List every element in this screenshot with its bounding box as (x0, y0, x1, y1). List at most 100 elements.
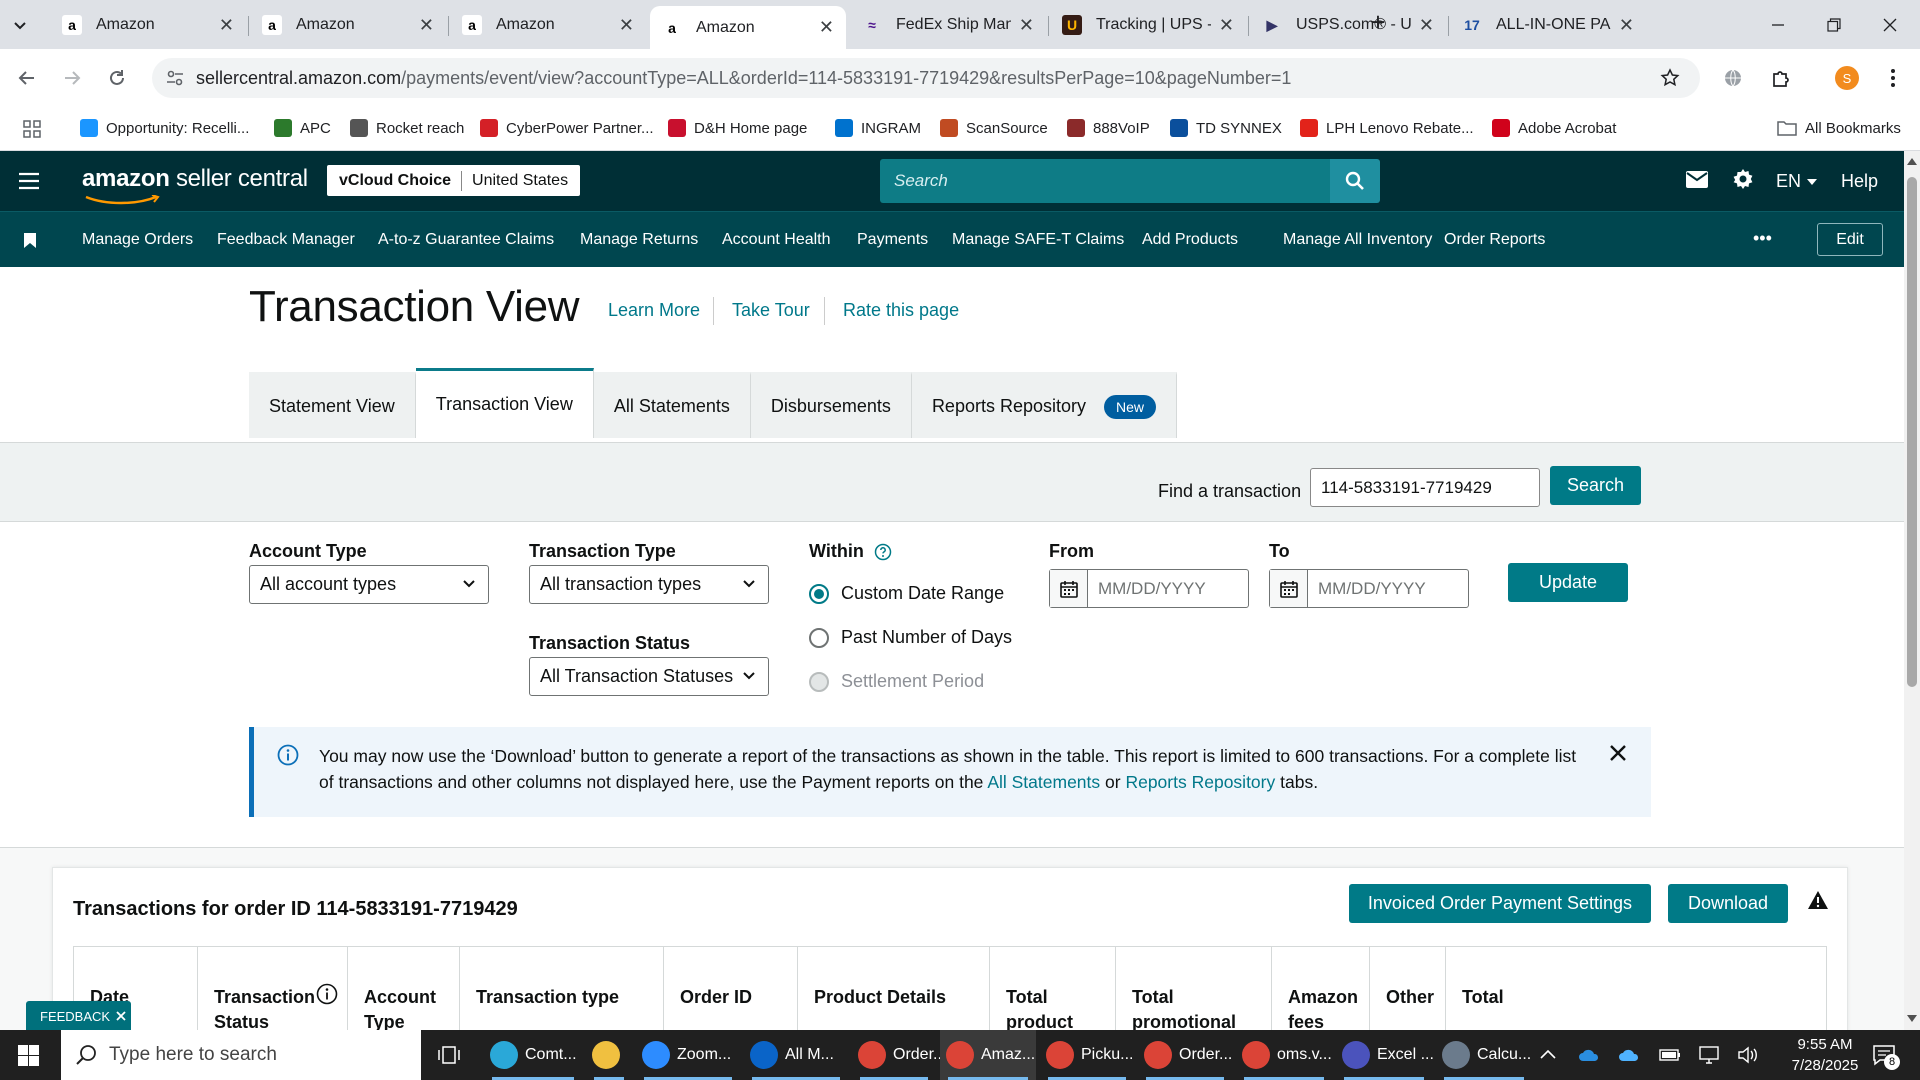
close-tab-icon[interactable]: ✕ (219, 15, 234, 36)
nav-item[interactable]: Manage Orders (82, 231, 193, 249)
apps-button[interactable] (22, 119, 42, 139)
back-button[interactable] (10, 61, 44, 95)
nav-item[interactable]: Account Health (722, 231, 831, 249)
bookmark-item[interactable]: Rocket reach (350, 119, 464, 137)
nav-item[interactable]: Feedback Manager (217, 231, 355, 249)
table-column-header[interactable]: Total (1446, 947, 1528, 1030)
browser-tab[interactable]: ≈ FedEx Ship Mana ✕ (850, 6, 1046, 44)
close-tab-icon[interactable]: ✕ (619, 15, 634, 36)
nav-edit-button[interactable]: Edit (1817, 223, 1883, 256)
within-custom-date-radio[interactable]: Custom Date Range (809, 583, 1004, 604)
settings-button[interactable] (1731, 168, 1755, 192)
bookmark-item[interactable]: INGRAM (835, 119, 921, 137)
payments-tab[interactable]: Disbursements (751, 372, 912, 438)
browser-tab[interactable]: a Amazon ✕ (250, 6, 446, 44)
bookmark-item[interactable]: D&H Home page (668, 119, 807, 137)
scrollbar-thumb[interactable] (1907, 177, 1917, 687)
calendar-icon[interactable] (1050, 570, 1088, 607)
rate-page-link[interactable]: Rate this page (843, 300, 959, 321)
account-type-select[interactable]: All account types (249, 565, 489, 604)
header-search-input[interactable]: Search (880, 159, 1330, 203)
taskbar-app[interactable]: Picku... (1040, 1030, 1134, 1080)
table-column-header[interactable]: Order ID (664, 947, 798, 1030)
nav-item[interactable]: Manage All Inventory (1283, 231, 1432, 249)
onedrive-icon[interactable] (1578, 1048, 1600, 1062)
profile-avatar[interactable]: S (1830, 61, 1864, 95)
nav-item[interactable]: Manage Returns (580, 231, 698, 249)
chevron-up-icon[interactable] (1540, 1049, 1556, 1059)
volume-icon[interactable] (1737, 1046, 1759, 1064)
browser-tab[interactable]: ▶ USPS.com® - US ✕ (1250, 6, 1446, 44)
nav-item[interactable]: Manage SAFE-T Claims (952, 231, 1124, 249)
task-view-button[interactable] (438, 1044, 460, 1066)
nav-item[interactable]: Payments (857, 231, 928, 249)
nav-item[interactable]: Add Products (1142, 231, 1238, 249)
take-tour-link[interactable]: Take Tour (732, 300, 810, 321)
bookmark-item[interactable]: Opportunity: Recelli... (80, 119, 249, 137)
calendar-icon[interactable] (1270, 570, 1308, 607)
close-tab-icon[interactable]: ✕ (1619, 15, 1634, 36)
forward-button[interactable] (55, 61, 89, 95)
info-icon[interactable] (316, 983, 338, 1005)
close-tab-icon[interactable]: ✕ (819, 17, 834, 38)
browser-tab[interactable]: a Amazon ✕ (50, 6, 246, 44)
minimize-button[interactable] (1758, 10, 1798, 40)
new-tab-button[interactable]: + (1358, 7, 1398, 37)
reload-button[interactable] (100, 61, 134, 95)
browser-tab[interactable]: a Amazon ✕ (450, 6, 646, 44)
bookmark-item[interactable]: APC (274, 119, 331, 137)
nav-item[interactable]: Order Reports (1444, 231, 1545, 249)
taskbar-app[interactable]: Comt... (484, 1030, 582, 1080)
browser-tab[interactable]: a Amazon ✕ (650, 6, 846, 49)
taskbar-app[interactable]: Excel ... (1336, 1030, 1434, 1080)
close-tab-icon[interactable]: ✕ (1019, 15, 1034, 36)
taskbar-app[interactable]: oms.v... (1236, 1030, 1332, 1080)
hamburger-menu-button[interactable] (18, 172, 40, 190)
table-column-header[interactable]: Total product charges (990, 947, 1116, 1030)
close-tab-icon[interactable]: ✕ (1419, 15, 1434, 36)
taskbar-app[interactable]: Calcu... (1436, 1030, 1532, 1080)
payments-tab[interactable]: Reports Repository New (912, 372, 1178, 438)
find-transaction-input[interactable]: 114-5833191-7719429 (1310, 468, 1540, 507)
nav-item[interactable]: A-to-z Guarantee Claims (378, 231, 554, 249)
table-column-header[interactable]: Other (1370, 947, 1446, 1030)
extensions-button[interactable] (1764, 61, 1798, 95)
feedback-button[interactable]: FEEDBACK (26, 1001, 131, 1031)
taskbar-app[interactable]: All M... (744, 1030, 848, 1080)
payments-tab[interactable]: Statement View (249, 372, 416, 438)
payments-tab[interactable]: All Statements (594, 372, 751, 438)
url-input[interactable]: sellercentral.amazon.com/payments/event/… (152, 58, 1700, 98)
page-scrollbar[interactable] (1904, 151, 1920, 1030)
bookmark-item[interactable]: LPH Lenovo Rebate... (1300, 119, 1474, 137)
close-icon[interactable] (116, 1011, 126, 1021)
star-icon[interactable] (1660, 68, 1680, 88)
language-selector[interactable]: EN (1776, 171, 1818, 192)
learn-more-link[interactable]: Learn More (608, 300, 700, 321)
header-search-button[interactable] (1330, 159, 1380, 203)
all-bookmarks-button[interactable]: All Bookmarks (1777, 119, 1901, 137)
help-circle-icon[interactable] (874, 543, 892, 561)
taskbar-search-input[interactable]: Type here to search (61, 1030, 421, 1080)
bookmark-nav-button[interactable] (24, 233, 36, 248)
start-button[interactable] (18, 1045, 39, 1066)
from-date-input[interactable]: MM/DD/YYYY (1049, 569, 1249, 608)
browser-tab[interactable]: 17 ALL-IN-ONE PAC ✕ (1450, 6, 1646, 44)
bookmark-item[interactable]: 888VoIP (1067, 119, 1150, 137)
update-button[interactable]: Update (1508, 563, 1628, 602)
scroll-up-icon[interactable] (1907, 157, 1917, 165)
close-tab-icon[interactable]: ✕ (1219, 15, 1234, 36)
table-column-header[interactable]: Amazon fees (1272, 947, 1370, 1030)
tab-search-button[interactable] (0, 6, 40, 44)
messages-button[interactable] (1686, 171, 1708, 188)
reports-repository-link[interactable]: Reports Repository (1125, 772, 1275, 792)
transaction-status-select[interactable]: All Transaction Statuses (529, 657, 769, 696)
browser-tab[interactable]: U Tracking | UPS - U ✕ (1050, 6, 1246, 44)
taskbar-app[interactable]: Amaz... (940, 1030, 1036, 1080)
invoiced-order-payment-settings-button[interactable]: Invoiced Order Payment Settings (1349, 884, 1651, 923)
restore-button[interactable] (1814, 10, 1854, 40)
bookmark-item[interactable]: TD SYNNEX (1170, 119, 1282, 137)
translate-button[interactable] (1716, 61, 1750, 95)
browser-menu-button[interactable] (1876, 61, 1910, 95)
seller-central-logo[interactable]: amazon seller central (82, 165, 308, 205)
to-date-input[interactable]: MM/DD/YYYY (1269, 569, 1469, 608)
